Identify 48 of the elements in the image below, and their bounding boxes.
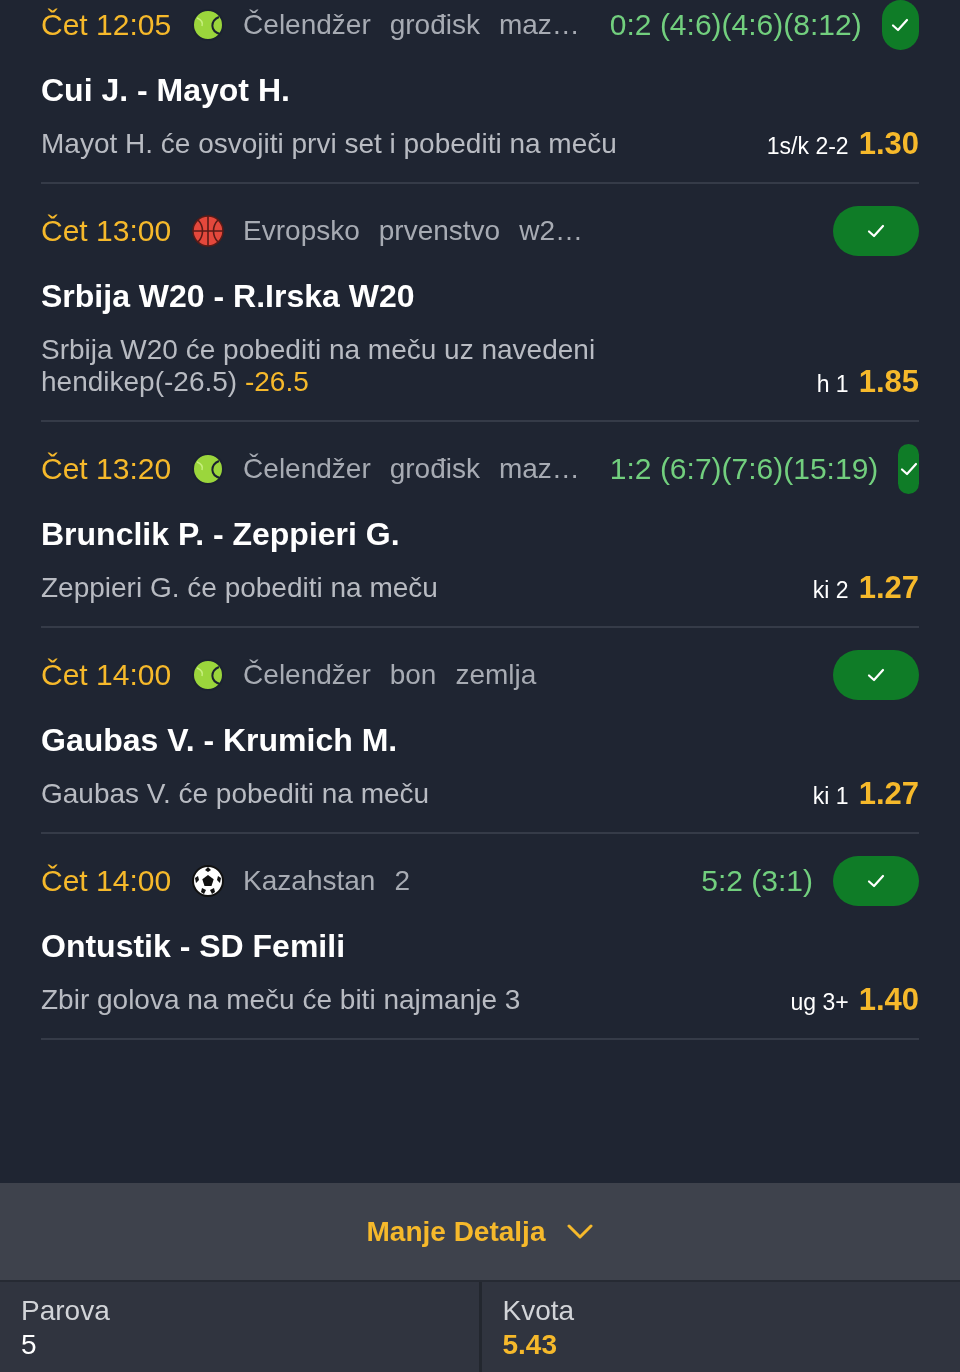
check-icon: [867, 224, 885, 238]
match-time: Čet 13:20: [41, 451, 172, 487]
soccer-ball-icon: [192, 865, 225, 897]
summary-label: Parova: [21, 1294, 110, 1328]
summary-label: Kvota: [502, 1294, 575, 1328]
summary-value: 5.43: [502, 1328, 557, 1362]
match-time: Čet 12:05: [41, 7, 172, 43]
match-title: Srbija W20 - R.Irska W20: [41, 277, 416, 316]
pick-text: Gaubas V. će pobediti na meču: [41, 778, 430, 810]
league-name: Čelendžer grođisk maz…: [243, 8, 580, 42]
match-title: Ontustik - SD Femili: [41, 927, 347, 966]
pick-text: Mayot H. će osvojiti prvi set i pobediti na meču: [41, 128, 617, 160]
odds-value: 1.30: [858, 128, 919, 160]
match-score: 1:2 (6:7)(7:6)(15:19): [609, 451, 879, 487]
odds-value: 1.27: [858, 572, 919, 604]
market-label: 1s/k 2-2: [766, 132, 849, 160]
league-name: Čelendžer grođisk maz…: [243, 452, 580, 486]
tennis-ball-icon: [192, 453, 225, 485]
less-details-button[interactable]: Manje Detalja: [0, 1183, 960, 1280]
match-time: Čet 13:00: [41, 213, 172, 249]
match-title: Cui J. - Mayot H.: [41, 71, 291, 110]
match-time: Čet 14:00: [41, 657, 172, 693]
odds-value: 1.27: [858, 778, 919, 810]
match-score: 0:2 (4:6)(4:6)(8:12): [609, 7, 862, 43]
check-icon: [899, 462, 918, 476]
basketball-icon: [192, 215, 225, 247]
match-title: Brunclik P. - Zeppieri G.: [41, 515, 401, 554]
tennis-ball-icon: [192, 659, 225, 691]
summary-value: 5: [21, 1328, 37, 1362]
match-title: Gaubas V. - Krumich M.: [41, 721, 399, 760]
market-label: h 1: [816, 370, 849, 398]
market-label: ki 2: [812, 576, 849, 604]
league-name: Kazahstan 2: [243, 864, 411, 898]
pick-text: Srbija W20 će pobediti na meču uz navedeni hendikep(-26.5) -26.5: [41, 334, 597, 398]
check-icon: [867, 874, 885, 888]
match-time: Čet 14:00: [41, 863, 172, 899]
match-score: 5:2 (3:1): [701, 863, 813, 899]
check-icon: [891, 18, 910, 32]
market-label: ug 3+: [790, 988, 849, 1016]
market-label: ki 1: [812, 782, 849, 810]
odds-value: 1.40: [858, 984, 919, 1016]
check-icon: [867, 668, 885, 682]
league-name: Čelendžer bon zemlja: [243, 658, 538, 692]
league-name: Evropsko prvenstvo w2…: [243, 214, 584, 248]
odds-value: 1.85: [858, 366, 919, 398]
pick-text: Zbir golova na meču će biti najmanje 3: [41, 984, 521, 1016]
pick-text: Zeppieri G. će pobediti na meču: [41, 572, 438, 604]
tennis-ball-icon: [192, 9, 225, 41]
